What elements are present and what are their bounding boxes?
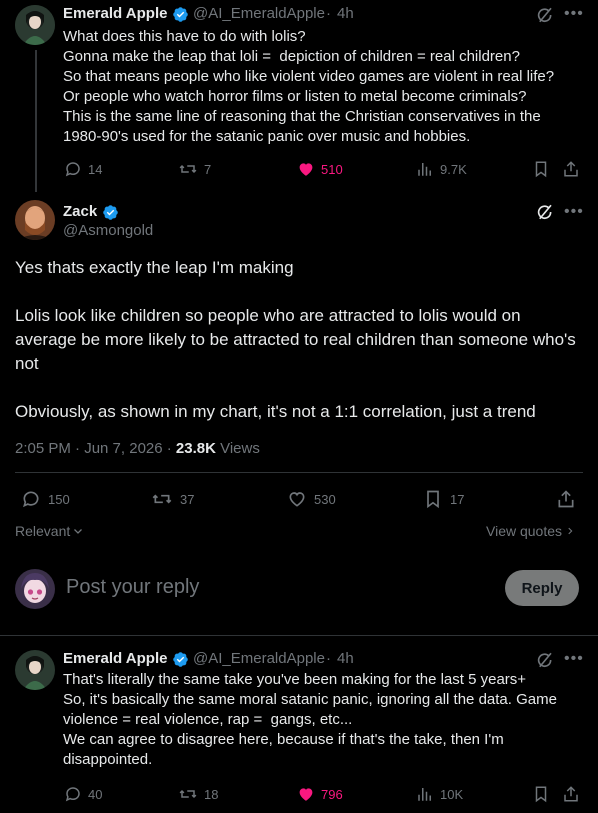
grok-icon[interactable] [536,6,554,24]
relevant-label: Relevant [15,523,71,539]
author-handle[interactable]: @AI_EmeraldApple [193,5,325,22]
reply-count: 150 [48,491,70,507]
analytics-icon [416,785,434,803]
like-count: 510 [321,161,343,177]
post-text: That's literally the same take you've be… [63,671,557,768]
bookmark-icon [423,489,443,509]
views-button[interactable]: 10K [416,785,463,803]
bookmark-icon[interactable] [532,160,550,178]
verified-badge-icon [172,6,189,23]
bookmark-count: 17 [450,491,465,507]
author-handle[interactable]: @AI_EmeraldApple [193,650,325,667]
view-quotes-link[interactable]: View quotes [486,523,575,539]
heart-filled-icon [297,160,315,178]
grok-icon[interactable] [536,203,554,221]
verified-badge-icon [102,204,119,221]
avatar[interactable] [15,650,55,690]
repost-icon [151,489,173,509]
repost-count: 7 [204,161,212,177]
share-icon[interactable] [556,489,576,509]
relevant-filter[interactable]: Relevant [15,523,84,539]
view-count: 23.8K [175,440,216,457]
avatar[interactable] [15,5,55,45]
thread-line [35,50,37,192]
chevron-right-icon [565,525,575,537]
bookmark-button[interactable]: 17 [423,489,464,509]
verified-badge-icon [172,651,189,668]
avatar[interactable] [15,569,55,609]
reply-button[interactable]: 40 [64,785,102,803]
author-handle[interactable]: @Asmongold [63,222,153,239]
post-text: Yes thats exactly the leap I'm making Lo… [15,258,576,421]
post-meta: 2:05 PM · Jun 7, 2026 · 23.8K Views [15,440,260,457]
like-count: 796 [321,786,343,802]
views-label: Views [215,440,260,457]
separator-dot: · [326,650,331,667]
like-button[interactable]: 530 [287,489,336,509]
comment-icon [64,785,82,803]
divider [0,635,598,636]
comment-icon [21,489,41,509]
heart-icon [287,489,307,509]
repost-count: 37 [180,491,195,507]
divider [15,472,583,473]
reply-button[interactable]: 14 [64,160,102,178]
repost-icon [178,160,198,178]
author-name[interactable]: Zack [63,203,97,220]
author-name[interactable]: Emerald Apple [63,5,167,22]
like-button[interactable]: 510 [297,160,343,178]
chevron-down-icon [72,525,84,537]
repost-button[interactable]: 37 [151,489,194,509]
reply-button[interactable]: 150 [21,489,70,509]
like-button[interactable]: 796 [297,785,343,803]
repost-button[interactable]: 18 [178,785,218,803]
bookmark-icon[interactable] [532,785,550,803]
avatar[interactable] [15,200,55,240]
comment-icon [64,160,82,178]
like-count: 530 [314,491,336,507]
repost-count: 18 [204,786,219,802]
post-datetime[interactable]: 2:05 PM · Jun 7, 2026 · [15,440,176,457]
repost-icon [178,785,198,803]
more-options-icon[interactable]: ••• [564,204,584,220]
post-text: What does this have to do with lolis? Go… [63,28,555,145]
view-count: 10K [440,786,464,802]
heart-filled-icon [297,785,315,803]
views-button[interactable]: 9.7K [416,160,467,178]
post-time[interactable]: 4h [337,650,354,667]
analytics-icon [416,160,434,178]
share-icon[interactable] [562,785,580,803]
view-quotes-label: View quotes [486,523,563,539]
reply-submit-button[interactable]: Reply [505,570,579,606]
grok-icon[interactable] [536,651,554,669]
more-options-icon[interactable]: ••• [564,6,584,22]
more-options-icon[interactable]: ••• [564,651,584,667]
separator-dot: · [326,5,331,22]
view-count: 9.7K [440,161,467,177]
reply-count: 40 [88,786,103,802]
post-time[interactable]: 4h [337,5,354,22]
reply-input[interactable]: Post your reply [66,576,199,599]
reply-count: 14 [88,161,103,177]
repost-button[interactable]: 7 [178,160,211,178]
author-name[interactable]: Emerald Apple [63,650,167,667]
share-icon[interactable] [562,160,580,178]
